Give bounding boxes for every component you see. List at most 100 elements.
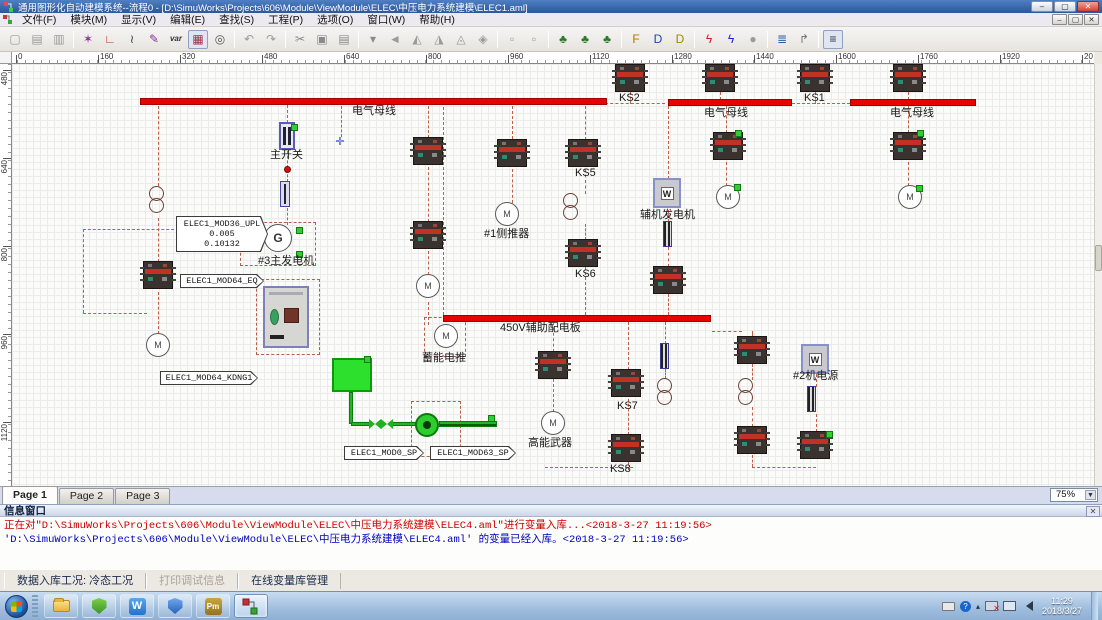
page-tab[interactable]: Page 3 xyxy=(115,488,170,504)
close-button[interactable]: ✕ xyxy=(1077,1,1099,12)
panel-list-icon[interactable]: ≡ xyxy=(823,30,843,49)
component-label[interactable]: 高能武器 xyxy=(528,438,572,449)
bus-bar[interactable] xyxy=(140,98,607,105)
component-breaker[interactable] xyxy=(143,261,173,289)
cut-icon[interactable]: ✂ xyxy=(290,30,310,49)
component-breaker[interactable] xyxy=(568,139,598,167)
component-breaker[interactable] xyxy=(615,64,645,92)
component-breaker[interactable] xyxy=(568,239,598,267)
bus-bar[interactable] xyxy=(850,99,976,106)
zoom-select[interactable]: 75% ▼ xyxy=(1050,488,1098,502)
taskbar-clock[interactable]: 11:29 2018/3/27 xyxy=(1038,596,1086,616)
stop-icon[interactable]: ● xyxy=(743,30,763,49)
component-label[interactable]: 蓄能电推 xyxy=(422,353,466,364)
component-label[interactable]: KS6 xyxy=(575,269,596,280)
component-label[interactable]: KS8 xyxy=(610,464,631,475)
signal-tag[interactable]: ELEC1_MOD63_SP xyxy=(430,446,516,460)
db-import-icon[interactable]: D xyxy=(670,30,690,49)
flip-vertical-icon[interactable]: ◮ xyxy=(429,30,449,49)
component-breaker[interactable] xyxy=(800,64,830,92)
redo-icon[interactable]: ↷ xyxy=(261,30,281,49)
page-tab[interactable]: Page 1 xyxy=(2,486,58,504)
pin-module-icon[interactable]: ✎ xyxy=(144,30,164,49)
keyboard-layout-icon[interactable] xyxy=(942,602,955,611)
draw-line-icon[interactable]: ∟ xyxy=(100,30,120,49)
component-motor[interactable]: M xyxy=(495,202,519,226)
component-motor[interactable]: M xyxy=(416,274,440,298)
component-motor[interactable]: M xyxy=(434,324,458,348)
bus-label[interactable]: 电气母线 xyxy=(704,108,748,119)
component-breaker[interactable] xyxy=(538,351,568,379)
component-transformer[interactable] xyxy=(560,193,582,223)
explorer-icon[interactable] xyxy=(44,594,78,618)
display-settings-icon[interactable] xyxy=(1003,601,1016,611)
real-tree-icon[interactable]: ♣ xyxy=(597,30,617,49)
ink-ring-icon[interactable]: ◎ xyxy=(210,30,230,49)
component-transformer[interactable] xyxy=(735,378,757,408)
pm-app-icon[interactable]: Pm xyxy=(196,594,230,618)
restore-button[interactable]: ▢ xyxy=(1054,1,1076,12)
pointer-dropdown-icon[interactable]: ▾ xyxy=(363,30,383,49)
menu-item[interactable]: 选项(O) xyxy=(310,13,360,27)
rotate-left-icon[interactable]: ◬ xyxy=(451,30,471,49)
select-frame-icon[interactable]: ▫ xyxy=(502,30,522,49)
component-breaker[interactable] xyxy=(893,64,923,92)
debug-static-icon[interactable]: ϟ xyxy=(699,30,719,49)
component-junction[interactable]: ✛ xyxy=(334,136,346,148)
signal-tag[interactable]: ELEC1_MOD0_SP xyxy=(344,446,424,460)
new-file-icon[interactable]: ▢ xyxy=(5,30,25,49)
int-tree-icon[interactable]: ♣ xyxy=(575,30,595,49)
component-breaker[interactable] xyxy=(737,426,767,454)
open-file-icon[interactable]: ▤ xyxy=(27,30,47,49)
wps-writer-icon[interactable]: W xyxy=(120,594,154,618)
menu-item[interactable]: 帮助(H) xyxy=(412,13,462,27)
menu-item[interactable]: 查找(S) xyxy=(212,13,261,27)
component-breaker[interactable] xyxy=(737,336,767,364)
component-wbox[interactable]: W xyxy=(653,178,681,208)
component-label[interactable]: #2机电源 xyxy=(793,371,838,382)
component-label[interactable]: KS5 xyxy=(575,168,596,179)
start-button[interactable] xyxy=(5,595,28,618)
link-flow-icon[interactable]: ↱ xyxy=(794,30,814,49)
info-close-icon[interactable]: ✕ xyxy=(1086,506,1100,517)
component-pump[interactable] xyxy=(415,413,439,437)
component-label[interactable]: 主开关 xyxy=(270,150,303,161)
component-label[interactable]: KS7 xyxy=(617,401,638,412)
vertical-scrollbar-thumb[interactable] xyxy=(1095,245,1102,271)
component-label[interactable]: #3主发电机 xyxy=(258,256,314,267)
vertical-scrollbar[interactable] xyxy=(1094,64,1102,486)
component-breaker[interactable] xyxy=(413,137,443,165)
mdi-close-button[interactable]: ✕ xyxy=(1084,14,1099,25)
taskbar-grip[interactable] xyxy=(32,595,38,617)
bus-label[interactable]: 电气母线 xyxy=(352,106,396,117)
component-breaker[interactable] xyxy=(413,221,443,249)
show-desktop-button[interactable] xyxy=(1091,592,1098,620)
db-export-icon[interactable]: D xyxy=(648,30,668,49)
simuworks-app-icon[interactable] xyxy=(234,594,268,618)
network-disconnected-icon[interactable]: ✕ xyxy=(985,601,998,611)
component-label[interactable]: KS2 xyxy=(619,93,640,104)
component-label[interactable]: KS1 xyxy=(804,93,825,104)
grid-module-icon[interactable]: ▦ xyxy=(188,30,208,49)
component-label[interactable]: 辅机发电机 xyxy=(640,210,695,221)
bus-bar[interactable] xyxy=(668,99,792,106)
zoom-dropdown-arrow[interactable]: ▼ xyxy=(1085,490,1096,500)
mdi-restore-button[interactable]: ▢ xyxy=(1068,14,1083,25)
menu-item[interactable]: 显示(V) xyxy=(114,13,163,27)
menu-item[interactable]: 窗口(W) xyxy=(360,13,412,27)
signal-tag[interactable]: ELEC1_MOD64_EQ xyxy=(180,274,264,288)
help-messenger-icon[interactable]: ? xyxy=(960,601,971,612)
minimize-button[interactable]: – xyxy=(1031,1,1053,12)
status-cell[interactable]: 在线变量库管理 xyxy=(238,573,341,589)
add-module-icon[interactable]: ✶ xyxy=(78,30,98,49)
bus-label[interactable]: 450V辅助配电板 xyxy=(500,323,581,334)
component-motor[interactable]: M xyxy=(541,411,565,435)
nudge-left-icon[interactable]: ◄ xyxy=(385,30,405,49)
menu-item[interactable]: 文件(F) xyxy=(15,13,63,27)
component-panel[interactable] xyxy=(263,286,309,348)
mdi-minimize-button[interactable]: – xyxy=(1052,14,1067,25)
menu-item[interactable]: 编辑(E) xyxy=(163,13,212,27)
undo-icon[interactable]: ↶ xyxy=(239,30,259,49)
component-breaker[interactable] xyxy=(653,266,683,294)
paste-icon[interactable]: ▤ xyxy=(334,30,354,49)
